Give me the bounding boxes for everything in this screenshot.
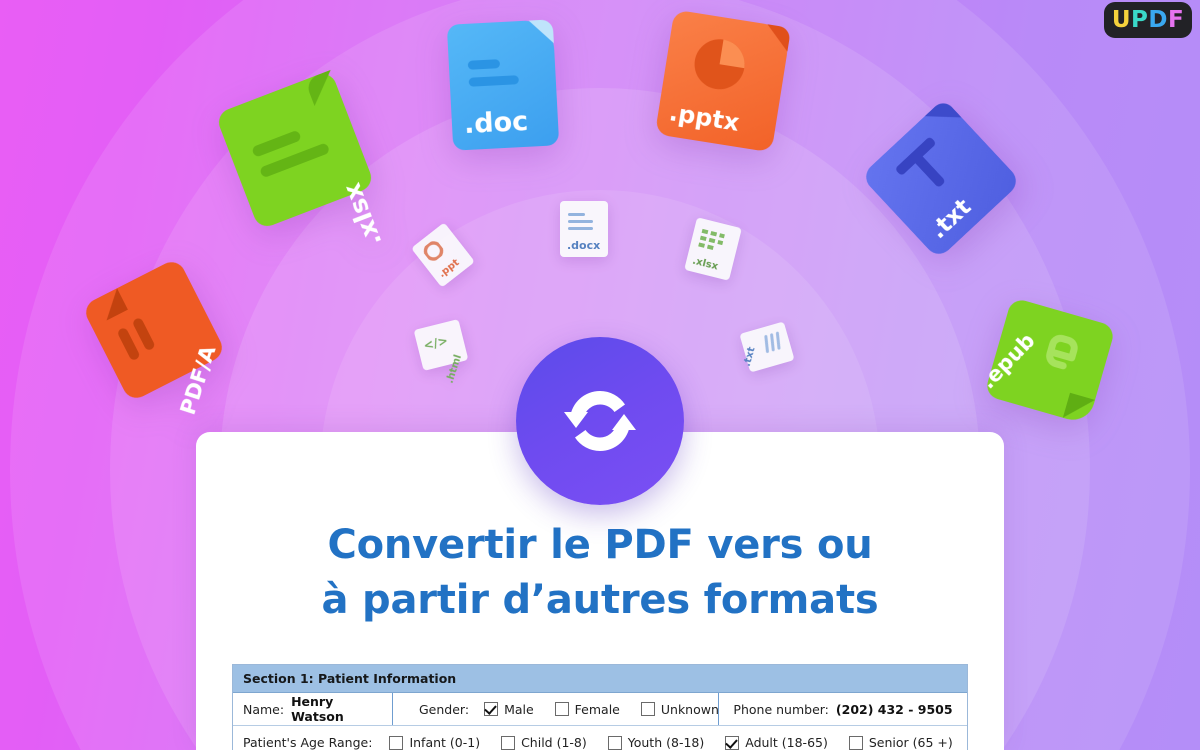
mini-file-icon-txt: .txt xyxy=(739,321,795,373)
logo-letter-f: F xyxy=(1167,6,1185,33)
pdf-form-preview: Section 1: Patient Information Name: Hen… xyxy=(232,664,968,750)
mini-file-icon-html: </> .html xyxy=(413,319,469,385)
checkbox-infant[interactable] xyxy=(389,735,404,750)
phone-label: Phone number: xyxy=(733,701,829,717)
age-option-infant[interactable]: Infant (0-1) xyxy=(389,735,480,750)
file-icon-epub: .epub xyxy=(976,297,1116,425)
updf-logo: UPDF xyxy=(1104,2,1192,38)
age-option-adult[interactable]: Adult (18-65) xyxy=(725,735,828,750)
gender-option-unknown-label: Unknown xyxy=(660,701,719,717)
age-option-senior[interactable]: Senior (65 +) xyxy=(848,735,953,750)
age-option-senior-label: Senior (65 +) xyxy=(868,735,953,750)
mini-line-1 xyxy=(568,213,585,216)
pie-chart-glyph xyxy=(694,39,745,90)
mini-file-extension-label: .xlsx xyxy=(691,255,720,273)
logo-letter-d: D xyxy=(1148,6,1168,33)
age-option-infant-label: Infant (0-1) xyxy=(409,735,481,750)
mini-file-icon-ppt: .ppt xyxy=(411,222,475,288)
mini-line-2 xyxy=(568,220,593,223)
name-value[interactable]: Henry Watson xyxy=(291,694,382,724)
mini-code-glyph: </> xyxy=(422,333,450,353)
mini-file-extension-label: .ppt xyxy=(436,257,462,280)
form-row-age-range: Patient's Age Range: Infant (0-1) Child … xyxy=(233,726,967,750)
gender-option-male-label: Male xyxy=(504,701,534,717)
file-line-1 xyxy=(467,59,501,70)
form-row-identity: Name: Henry Watson Gender: Male Female U… xyxy=(233,693,967,726)
age-option-youth-label: Youth (8-18) xyxy=(627,735,705,750)
form-section-title: Section 1: Patient Information xyxy=(233,665,967,693)
gender-cell: Gender: Male Female Unknown xyxy=(393,693,719,725)
gender-option-male[interactable]: Male xyxy=(484,702,534,717)
mini-file-icon-xlsx: .xlsx xyxy=(684,217,742,281)
convert-badge[interactable] xyxy=(516,337,684,505)
mini-grid-glyph xyxy=(698,228,725,250)
file-icon-doc: .doc xyxy=(446,19,560,151)
checkbox-senior[interactable] xyxy=(848,735,863,750)
age-option-child-label: Child (1-8) xyxy=(521,735,587,750)
file-icon-txt: .txt xyxy=(860,98,1022,260)
checkbox-adult[interactable] xyxy=(725,735,740,750)
gender-option-female-label: Female xyxy=(574,701,620,717)
logo-letter-p: P xyxy=(1131,6,1149,33)
page-title-line-2: à partir d’autres formats xyxy=(321,577,879,624)
mini-file-extension-label: .docx xyxy=(567,239,601,252)
age-range-label: Patient's Age Range: xyxy=(243,735,373,750)
convert-refresh-icon xyxy=(564,390,636,452)
age-option-child[interactable]: Child (1-8) xyxy=(501,735,587,750)
mini-pie-glyph xyxy=(423,241,444,261)
checkbox-unknown[interactable] xyxy=(640,702,655,716)
logo-letter-u: U xyxy=(1111,6,1131,33)
gender-option-unknown[interactable]: Unknown xyxy=(640,701,719,717)
file-icon-pdfa: PDF/A xyxy=(81,257,227,418)
phone-value[interactable]: (202) 432 - 9505 xyxy=(836,702,953,717)
age-option-youth[interactable]: Youth (8-18) xyxy=(607,735,705,750)
checkbox-child[interactable] xyxy=(501,735,516,750)
checkbox-youth[interactable] xyxy=(607,735,622,750)
file-fold xyxy=(528,19,554,45)
page-title: Convertir le PDF vers ou à partir d’autr… xyxy=(196,518,1004,628)
file-extension-label: .xlsx xyxy=(336,179,388,251)
file-icon-pptx: .pptx xyxy=(654,9,792,153)
age-range-cell: Patient's Age Range: Infant (0-1) Child … xyxy=(233,726,967,750)
file-fold xyxy=(1062,392,1096,425)
mini-file-extension-label: .txt xyxy=(741,345,758,368)
checkbox-male[interactable] xyxy=(484,702,499,716)
mini-line-3 xyxy=(568,227,593,230)
gender-option-female[interactable]: Female xyxy=(554,701,620,717)
page-title-line-1: Convertir le PDF vers ou xyxy=(327,522,873,568)
mini-line-3 xyxy=(775,331,781,350)
promo-banner: UPDF .xlsx .doc .pptx .txt PDF/A .epub .… xyxy=(0,0,1200,750)
mini-line-1 xyxy=(764,334,770,354)
gender-label: Gender: xyxy=(419,701,470,717)
file-fold xyxy=(763,24,792,52)
mini-file-icon-docx: .docx xyxy=(560,201,608,257)
mini-line-2 xyxy=(769,333,775,352)
mini-file-extension-label: .html xyxy=(444,353,465,385)
age-option-adult-label: Adult (18-65) xyxy=(745,735,828,750)
name-label: Name: xyxy=(243,701,285,717)
phone-cell: Phone number: (202) 432 - 9505 xyxy=(719,693,967,725)
checkbox-female[interactable] xyxy=(554,702,569,716)
name-cell: Name: Henry Watson xyxy=(233,693,393,725)
file-extension-label: .doc xyxy=(463,105,529,141)
file-icon-xlsx: .xlsx xyxy=(214,69,387,250)
